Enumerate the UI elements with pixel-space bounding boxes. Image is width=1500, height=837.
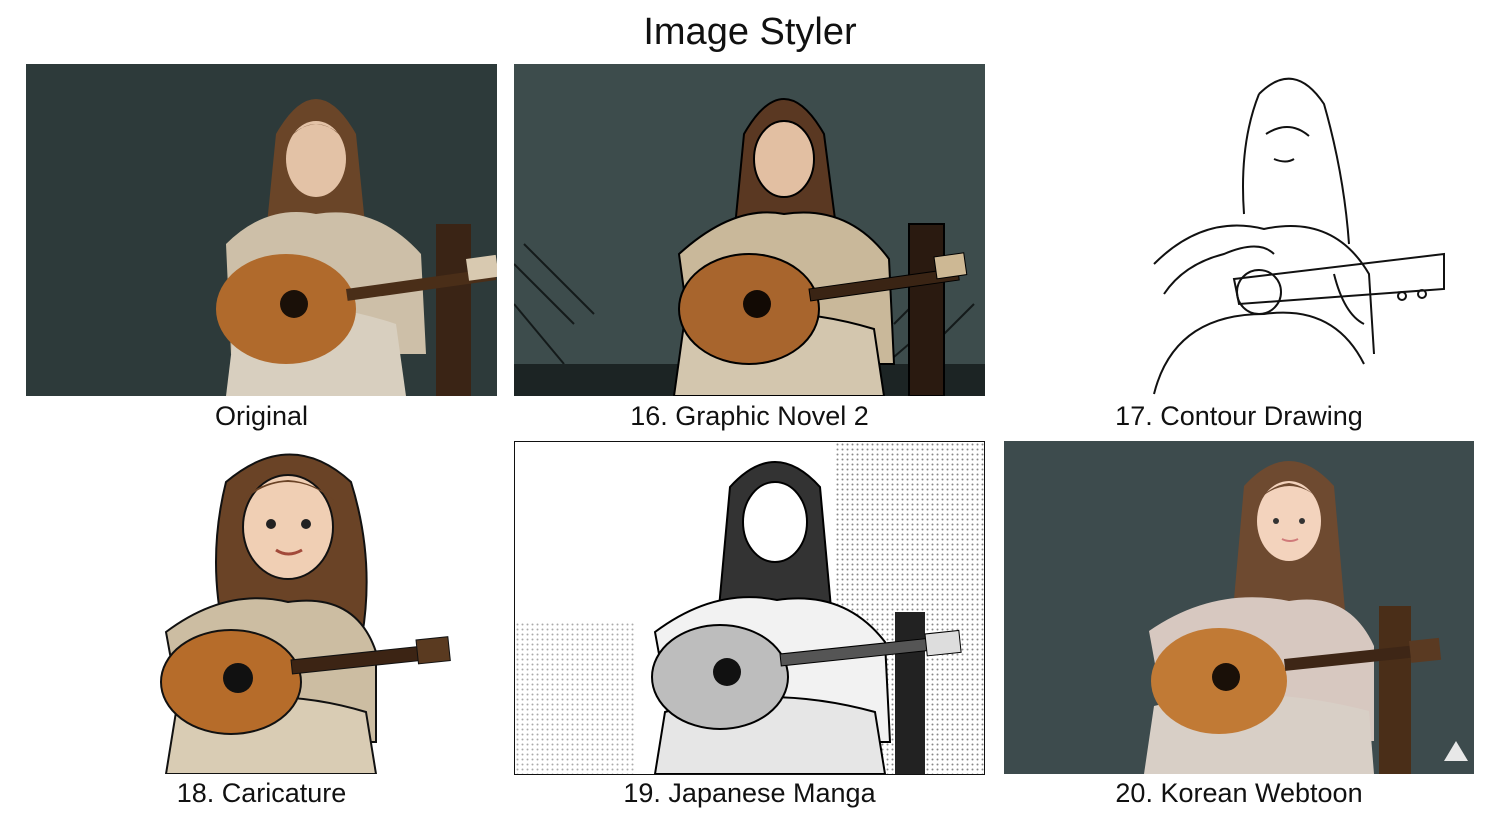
contour-drawing-image[interactable] <box>1004 64 1474 396</box>
guitar-girl-illustration <box>1153 77 1445 395</box>
caption-graphic-novel: 16. Graphic Novel 2 <box>630 401 869 431</box>
guitar-girl-illustration <box>514 64 985 396</box>
graphic-novel-image[interactable] <box>514 64 985 396</box>
guitar-girl-illustration <box>26 64 497 396</box>
japanese-manga-image[interactable] <box>514 441 985 775</box>
korean-webtoon-image[interactable] <box>1004 441 1474 774</box>
caricature-image[interactable] <box>26 442 497 774</box>
original-image[interactable] <box>26 64 497 396</box>
page-title: Image Styler <box>643 11 857 53</box>
guitar-girl-illustration <box>1004 441 1474 774</box>
image-styler-page: Image Styler Original 16. Graphic Novel … <box>0 0 1500 837</box>
caption-contour-drawing: 17. Contour Drawing <box>1115 401 1363 431</box>
caption-japanese-manga: 19. Japanese Manga <box>623 778 876 808</box>
caption-korean-webtoon: 20. Korean Webtoon <box>1115 778 1363 808</box>
guitar-girl-illustration <box>515 442 984 774</box>
guitar-girl-illustration <box>26 442 497 774</box>
caption-original: Original <box>214 401 309 431</box>
caption-caricature: 18. Caricature <box>176 778 347 808</box>
